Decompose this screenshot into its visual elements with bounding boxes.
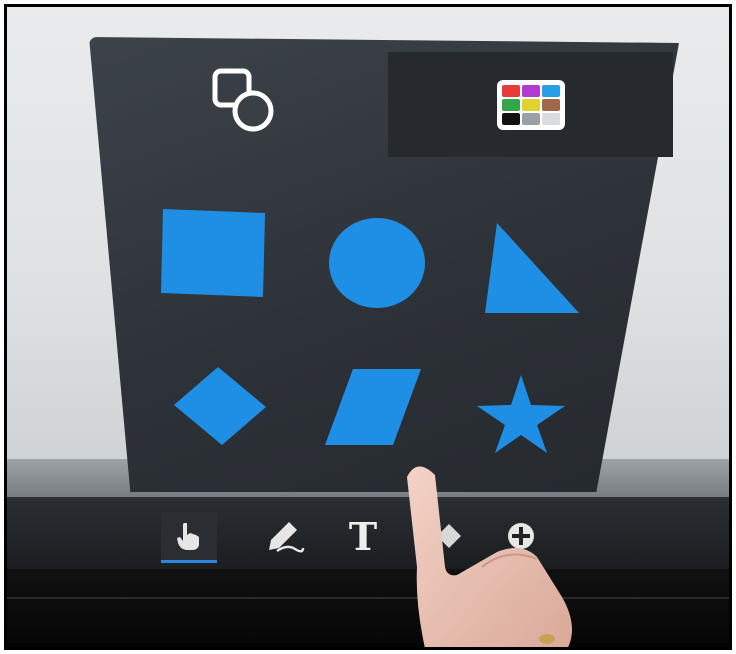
tab-colors[interactable] <box>388 52 673 157</box>
hand-pointer-icon <box>177 523 199 550</box>
color-palette-icon <box>496 79 565 130</box>
shape-circle[interactable] <box>327 215 427 311</box>
shape-diamond[interactable] <box>172 365 268 447</box>
palette-swatch <box>521 84 540 97</box>
tool-hand[interactable] <box>161 512 217 563</box>
display-bezel <box>7 569 729 647</box>
palette-swatch <box>521 112 540 125</box>
palette-swatch <box>541 84 560 97</box>
bezel-divider <box>7 597 729 599</box>
tab-shapes[interactable] <box>119 47 369 152</box>
palette-swatch <box>501 98 520 111</box>
shape-triangle[interactable] <box>483 221 579 317</box>
text-icon: T <box>348 513 378 559</box>
palette-swatch <box>501 84 520 97</box>
palette-swatch <box>541 98 560 111</box>
palette-swatch <box>501 112 520 125</box>
tool-text[interactable]: T <box>335 512 391 560</box>
shape-square[interactable] <box>157 203 271 303</box>
tool-pen[interactable] <box>257 512 313 560</box>
shape-star[interactable] <box>473 373 569 455</box>
photo-frame: T <box>4 4 732 650</box>
shapes-icon <box>212 68 274 131</box>
pointing-finger <box>407 466 572 647</box>
pen-icon <box>269 522 305 553</box>
palette-swatch <box>541 112 560 125</box>
shape-parallelogram[interactable] <box>323 365 423 447</box>
palette-swatch <box>521 98 540 111</box>
